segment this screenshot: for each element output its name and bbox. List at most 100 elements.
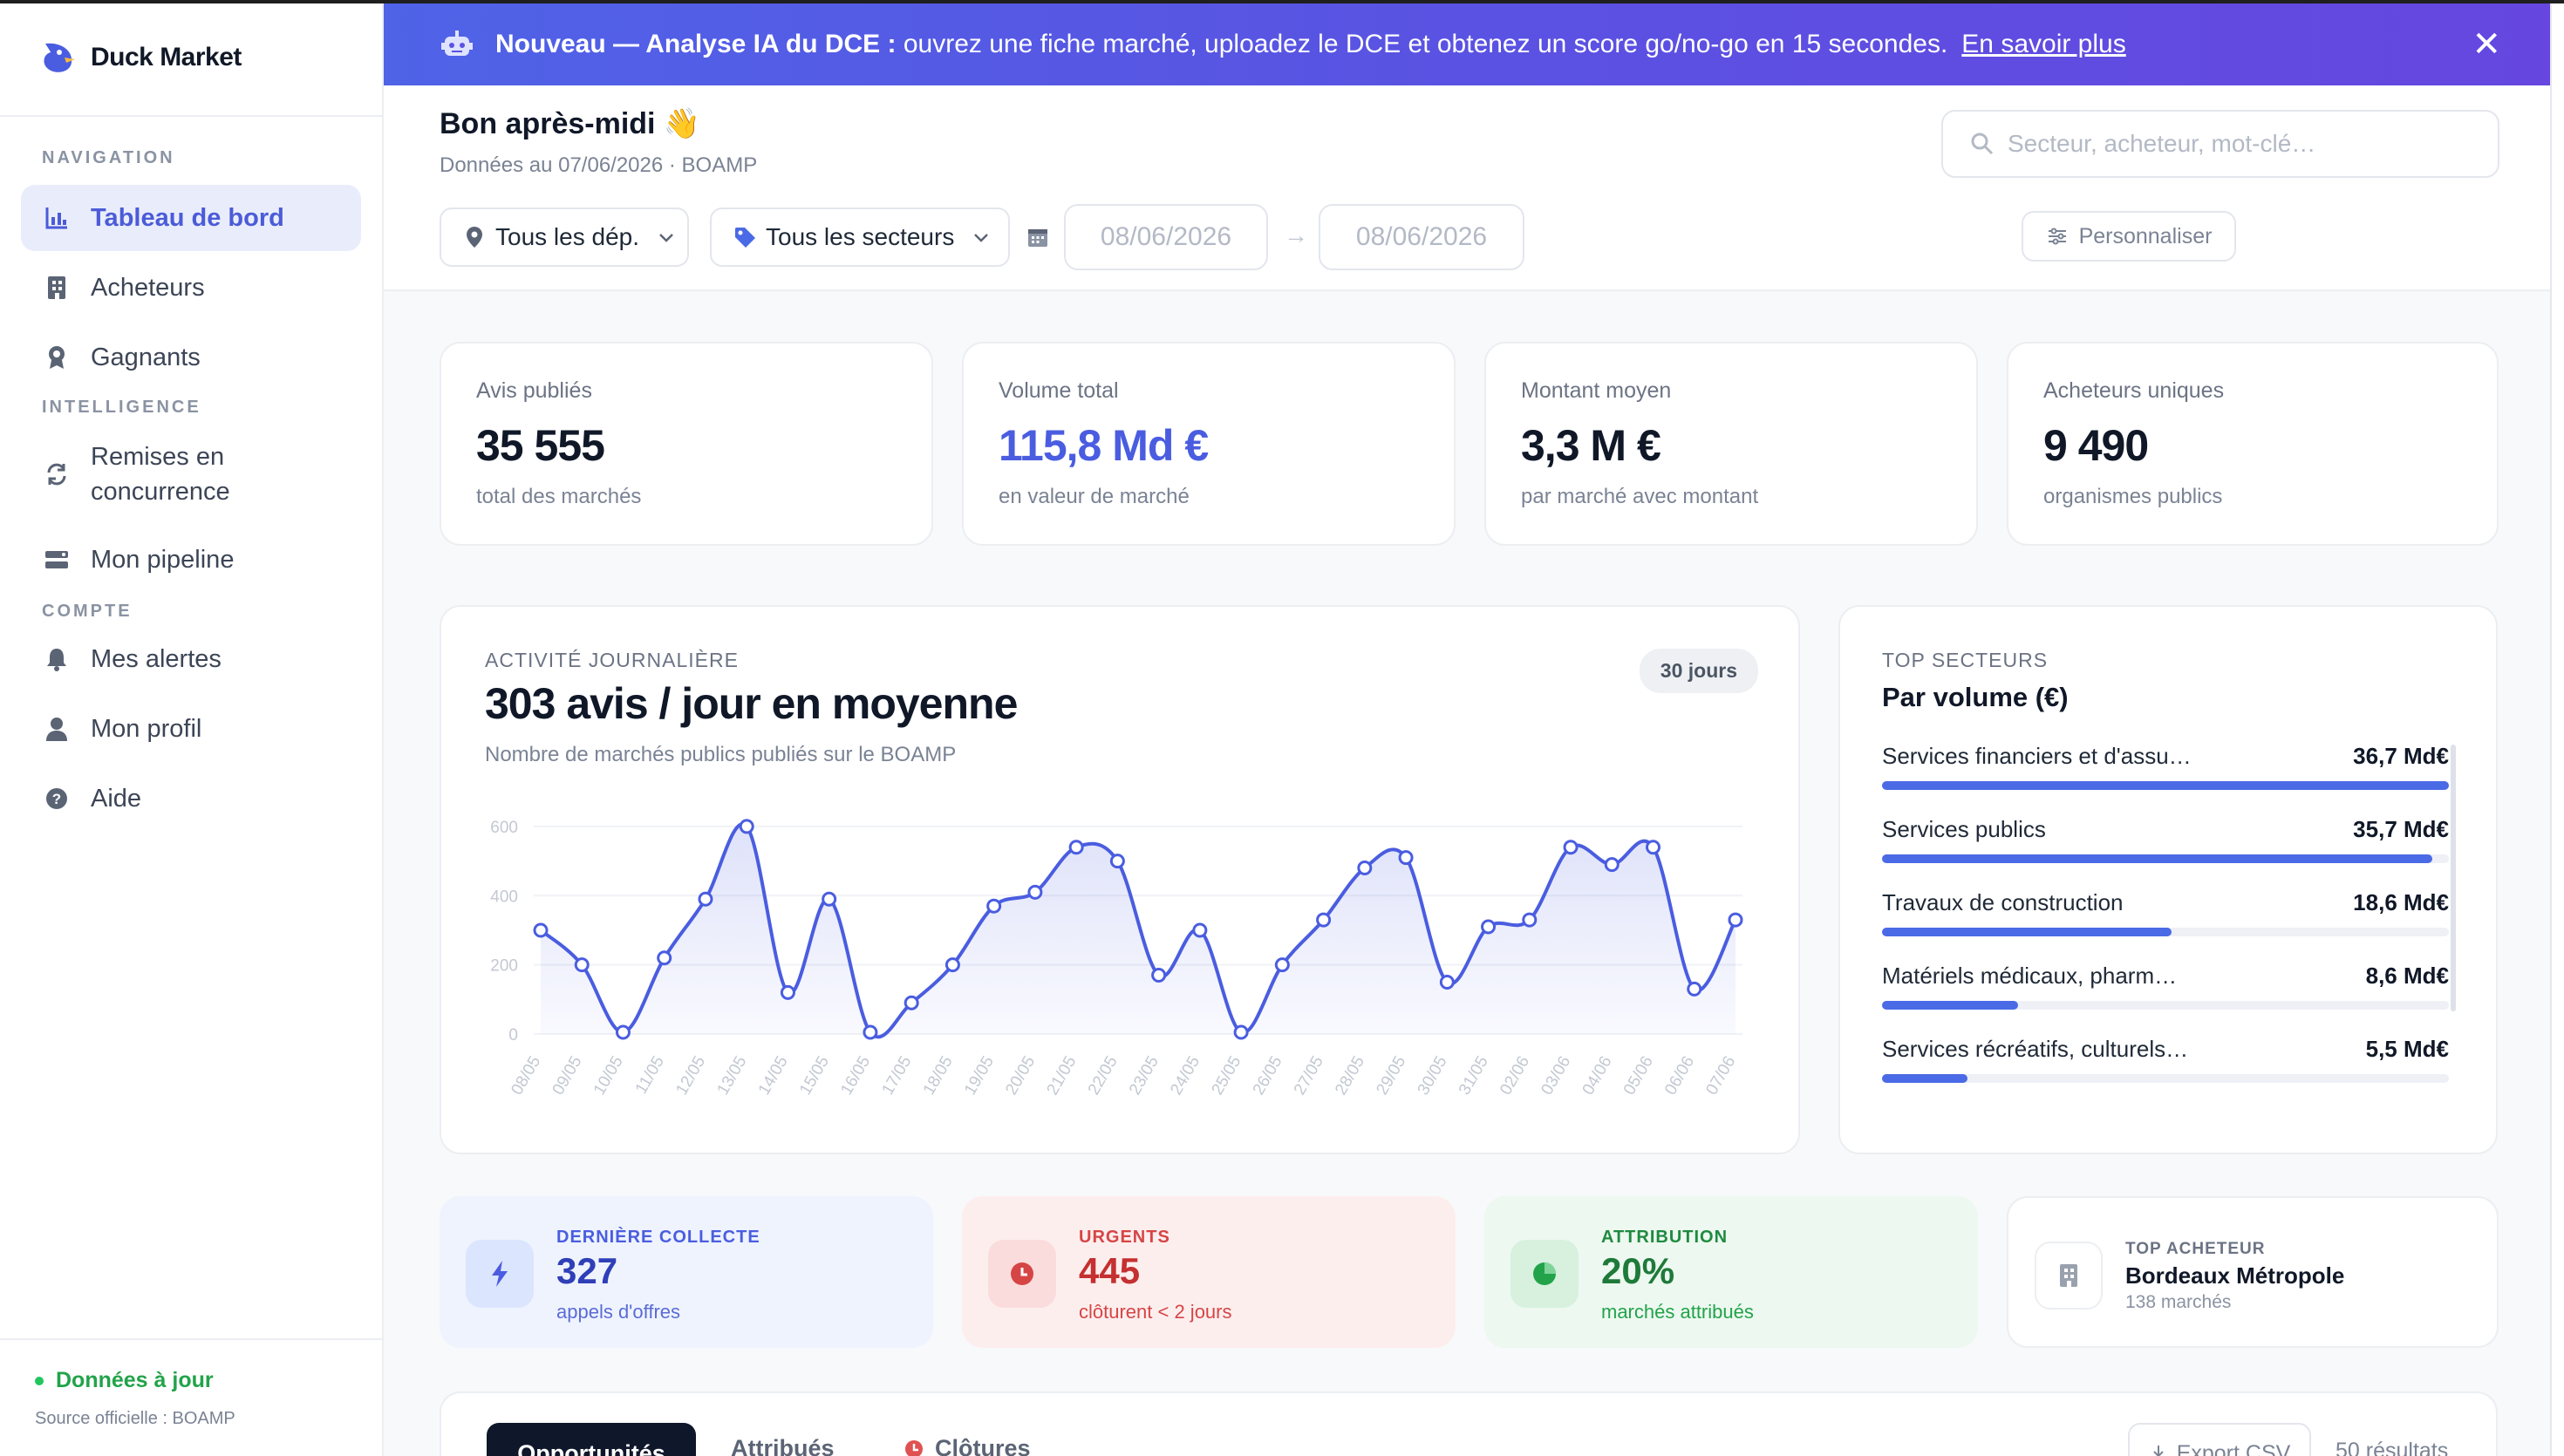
stat-value: 35 555 [476, 421, 605, 470]
mini-label: URGENTS [1079, 1228, 1170, 1247]
sidebar-item-profil[interactable]: Mon profil [21, 696, 361, 762]
help-icon: ? [42, 784, 72, 813]
x-tick-label: 26/05 [1250, 1053, 1286, 1099]
chevron-down-icon [974, 234, 989, 242]
clock-icon [988, 1240, 1056, 1308]
sidebar-item-label: Mon pipeline [91, 545, 235, 574]
x-tick-label: 23/05 [1126, 1053, 1163, 1099]
section-compte: COMPTE [42, 602, 133, 621]
sidebar-item-pipeline[interactable]: Mon pipeline [21, 527, 361, 593]
data-point [822, 891, 837, 907]
mini-label: ATTRIBUTION [1601, 1228, 1729, 1247]
svg-text:?: ? [52, 791, 61, 807]
sidebar-item-remises[interactable]: Remises en concurrence [21, 431, 361, 518]
search-icon [1971, 133, 1994, 155]
x-tick-label: 19/05 [961, 1053, 998, 1099]
stat-note: organismes publics [2043, 485, 2223, 508]
brand-name: Duck Market [91, 43, 242, 71]
sector-name: Matériels médicaux, pharm… [1882, 963, 2178, 989]
sidebar-item-aide[interactable]: ? Aide [21, 765, 361, 832]
data-point [904, 995, 919, 1010]
stat-card-montant: Montant moyen 3,3 M € par marché avec mo… [1484, 342, 1978, 546]
stat-note: en valeur de marché [999, 485, 1190, 508]
x-tick-label: 05/06 [1620, 1053, 1657, 1099]
data-point [1604, 857, 1620, 873]
scrollbar-track[interactable] [2550, 0, 2564, 1456]
sector-value: 5,5 Md€ [2365, 1036, 2449, 1062]
brand-logo[interactable]: Duck Market [0, 0, 382, 117]
sector-bar-track [1882, 928, 2449, 936]
sidebar-item-gagnants[interactable]: Gagnants [21, 324, 361, 391]
top-sectors-title: Par volume (€) [1882, 682, 2069, 712]
export-csv-button[interactable]: Export CSV [2128, 1423, 2311, 1456]
data-point [1151, 968, 1167, 983]
data-point [780, 984, 795, 1000]
date-to-input[interactable]: 08/06/2026 [1319, 204, 1524, 270]
sidebar-item-dashboard[interactable]: Tableau de bord [21, 185, 361, 251]
x-tick-label: 04/06 [1579, 1053, 1616, 1099]
sidebar-footer: Données à jour Source officielle : BOAMP [0, 1338, 384, 1456]
window-top-border [0, 0, 2564, 3]
section-navigation: NAVIGATION [42, 148, 175, 167]
results-count: 50 résultats [2336, 1439, 2449, 1456]
tab-clotures[interactable]: Clôtures [904, 1435, 1031, 1456]
x-tick-label: 25/05 [1208, 1053, 1244, 1099]
x-tick-label: 10/05 [590, 1053, 627, 1099]
mini-value: 20% [1601, 1250, 1675, 1291]
mini-note: 138 marchés [2125, 1292, 2232, 1312]
data-status: Données à jour [35, 1368, 384, 1393]
secteur-filter[interactable]: Tous les secteurs [710, 208, 1010, 267]
x-tick-label: 24/05 [1167, 1053, 1204, 1099]
data-point [1316, 912, 1332, 928]
stat-note: total des marchés [476, 485, 642, 508]
sector-value: 18,6 Md€ [2353, 889, 2449, 915]
page-title: Bon après-midi 👋 [440, 107, 701, 140]
sidebar-item-acheteurs[interactable]: Acheteurs [21, 255, 361, 321]
stat-label: Volume total [999, 378, 1119, 403]
stat-card-acheteurs: Acheteurs uniques 9 490 organismes publi… [2007, 342, 2499, 546]
sector-list-scrollbar[interactable] [2451, 745, 2456, 1011]
stat-card-avis: Avis publiés 35 555 total des marchés [440, 342, 933, 546]
data-point [1357, 861, 1373, 876]
stat-note: par marché avec montant [1521, 485, 1759, 508]
data-point [986, 898, 1002, 914]
sector-bar-fill [1882, 1074, 1967, 1083]
y-tick-label: 0 [508, 1026, 518, 1044]
series-area [541, 824, 1735, 1038]
calendar-icon [1028, 229, 1047, 247]
page-subtitle: Données au 07/06/2026 · BOAMP [440, 153, 758, 177]
activity-card: ACTIVITÉ JOURNALIÈRE 303 avis / jour en … [440, 605, 1800, 1154]
tab-opportunites[interactable]: Opportunités [487, 1423, 696, 1456]
sector-bar-fill [1882, 928, 2172, 936]
x-tick-label: 07/06 [1702, 1053, 1739, 1099]
banner-close-icon[interactable]: ✕ [2472, 24, 2501, 65]
departement-filter[interactable]: Tous les dép. [440, 208, 689, 267]
departement-filter-label: Tous les dép. [495, 223, 639, 250]
tab-attribues[interactable]: Attribués [731, 1435, 835, 1456]
mini-note: appels d'offres [556, 1301, 681, 1323]
data-point [1027, 884, 1043, 900]
sector-bar-fill [1882, 781, 2449, 790]
data-point [1687, 981, 1702, 997]
pipeline-icon [42, 545, 72, 575]
stat-label: Montant moyen [1521, 378, 1672, 403]
pie-icon [1510, 1240, 1579, 1308]
sliders-icon [2048, 228, 2066, 245]
banner-learn-more-link[interactable]: En savoir plus [1961, 30, 2125, 59]
sidebar-item-alertes[interactable]: Mes alertes [21, 626, 361, 692]
data-point [1233, 1024, 1249, 1040]
mini-note: marchés attribués [1601, 1301, 1754, 1323]
building-icon [42, 273, 72, 303]
mini-value: 327 [556, 1250, 618, 1291]
search-input[interactable]: Secteur, acheteur, mot-clé… [1941, 110, 2499, 178]
customize-button[interactable]: Personnaliser [2022, 211, 2236, 262]
mini-card-collecte: DERNIÈRE COLLECTE 327 appels d'offres [440, 1196, 933, 1348]
x-tick-label: 20/05 [1002, 1053, 1039, 1099]
banner-title: Nouveau — Analyse IA du DCE : [495, 30, 897, 58]
mini-value: 445 [1079, 1250, 1141, 1291]
date-from-input[interactable]: 08/06/2026 [1064, 204, 1268, 270]
chevron-down-icon [659, 234, 673, 242]
data-point [1522, 912, 1538, 928]
y-tick-label: 200 [490, 957, 518, 976]
mini-value[interactable]: Bordeaux Métropole [2125, 1262, 2344, 1289]
